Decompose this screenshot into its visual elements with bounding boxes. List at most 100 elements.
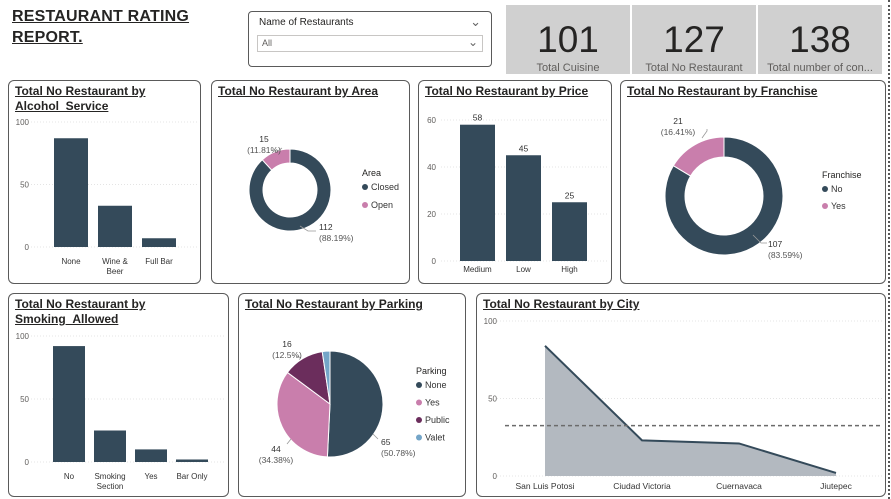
slice-value-label: 112	[319, 222, 333, 232]
x-tick-label: Beer	[107, 267, 124, 276]
slice-percent-label: (11.81%)	[247, 145, 281, 155]
bar[interactable]	[53, 346, 85, 462]
slice-percent-label: (12.5%)	[272, 350, 302, 360]
x-tick-label: Medium	[463, 265, 492, 274]
x-tick-label: Section	[97, 482, 124, 491]
y-tick-label: 100	[16, 118, 30, 127]
slicer-label: Name of Restaurants	[259, 17, 354, 28]
legend-label[interactable]: Yes	[425, 398, 440, 408]
y-tick-label: 40	[427, 163, 436, 172]
x-tick-label: No	[64, 472, 75, 481]
x-tick-label: Ciudad Victoria	[613, 481, 671, 491]
slice-percent-label: (16.41%)	[661, 127, 696, 137]
y-tick-label: 50	[20, 181, 29, 190]
leader-line	[701, 129, 708, 139]
slicer-dropdown[interactable]: All ⌄	[257, 35, 483, 52]
smoking-allowed-bar-chart: 0 50 100 No SmokingSection Yes Bar Only	[16, 332, 224, 491]
y-tick-label: 0	[432, 257, 437, 266]
y-tick-label: 50	[20, 395, 29, 404]
x-tick-label: Jiutepec	[820, 481, 852, 491]
pie-slice[interactable]	[326, 350, 384, 458]
bar-data-label: 45	[519, 143, 529, 153]
y-tick-label: 50	[488, 395, 497, 404]
chart-card-alcohol-service: Total No Restaurant by Alcohol_Service 0…	[8, 80, 201, 284]
kpi-value: 138	[789, 19, 851, 60]
kpi-value: 101	[537, 19, 599, 60]
legend-label[interactable]: No	[831, 184, 843, 194]
y-tick-label: 20	[427, 210, 436, 219]
chart-card-parking: Total No Restaurant by Parking 65 (50.78%…	[238, 293, 466, 497]
pie-slice[interactable]	[672, 136, 725, 177]
legend-label[interactable]: Yes	[831, 201, 846, 211]
legend-label[interactable]: None	[425, 380, 447, 390]
y-tick-label: 0	[25, 458, 30, 467]
area-donut-chart: 112(88.19%) 15(11.81%) Area Closed Open	[247, 134, 399, 243]
bar[interactable]	[506, 155, 541, 261]
legend-label[interactable]: Closed	[371, 182, 399, 192]
chart-card-smoking-allowed: Total No Restaurant by Smoking_Allowed 0…	[8, 293, 229, 497]
bar[interactable]	[54, 138, 88, 247]
kpi-card-total-consumers: 138 Total number of con...	[758, 5, 882, 74]
bar[interactable]	[552, 202, 587, 261]
chart-card-franchise: Total No Restaurant by Franchise 107 (83.…	[620, 80, 886, 284]
legend-marker	[362, 202, 368, 208]
x-tick-label: None	[61, 257, 81, 266]
restaurant-name-slicer[interactable]: Name of Restaurants ⌄ All ⌄	[248, 11, 492, 67]
slice-percent-label: (34.38%)	[259, 455, 294, 465]
slicer-collapse-chevron-icon[interactable]: ⌄	[470, 14, 481, 30]
legend-marker	[416, 399, 422, 406]
bar-data-label: 58	[473, 113, 483, 123]
bar[interactable]	[176, 459, 208, 462]
alcohol-service-bar-chart: 0 50 100 None Wine &Beer Full Bar	[16, 118, 197, 276]
slice-percent-label: (50.78%)	[381, 448, 416, 458]
page-border	[888, 0, 890, 499]
y-tick-label: 60	[427, 116, 436, 125]
bar[interactable]	[460, 124, 495, 261]
legend-marker	[362, 184, 368, 190]
slice-percent-label: (88.19%)	[319, 233, 354, 243]
slice-value-label: 107	[768, 239, 782, 249]
y-tick-label: 0	[25, 243, 30, 252]
y-tick-label: 0	[493, 472, 498, 481]
legend-marker	[822, 203, 828, 209]
x-tick-label: Cuernavaca	[716, 481, 762, 491]
x-tick-label: Smoking	[94, 472, 125, 481]
kpi-label: Total No Restaurant	[645, 62, 743, 74]
leader-line	[372, 433, 379, 440]
x-tick-label: High	[561, 265, 577, 274]
price-bar-chart: 0 20 40 60 58 Medium 45 Low 25 High	[427, 113, 607, 274]
legend-title: Parking	[416, 366, 447, 376]
slice-value-label: 16	[282, 339, 292, 349]
report-title: RESTAURANT RATING REPORT.	[12, 8, 190, 46]
slice-value-label: 44	[271, 444, 281, 454]
legend-marker	[416, 382, 422, 388]
slice-percent-label: (83.59%)	[768, 250, 803, 260]
legend-label[interactable]: Public	[425, 415, 450, 425]
legend-marker	[822, 186, 828, 192]
bar[interactable]	[94, 430, 126, 463]
slice-value-label: 15	[259, 134, 269, 144]
y-tick-label: 100	[484, 317, 498, 326]
slicer-selected-value: All	[262, 38, 273, 48]
slice-value-label: 21	[673, 116, 683, 126]
bar[interactable]	[135, 449, 167, 462]
legend-title: Area	[362, 168, 381, 178]
city-area-chart: 0 50 100 San Luis Potosi Ciudad Victoria Cuer…	[484, 317, 882, 491]
bar-data-label: 25	[565, 190, 575, 200]
kpi-card-total-restaurant: 127 Total No Restaurant	[632, 5, 756, 74]
kpi-label: Total Cuisine	[536, 62, 600, 74]
legend-label[interactable]: Open	[371, 200, 393, 210]
bar[interactable]	[142, 238, 176, 247]
chart-card-price: Total No Restaurant by Price 0 20 40 60 58 Me…	[418, 80, 612, 284]
legend-label[interactable]: Valet	[425, 433, 445, 443]
area-fill	[545, 345, 836, 476]
slice-value-label: 65	[381, 437, 391, 447]
x-tick-label: Low	[516, 265, 531, 274]
chevron-down-icon[interactable]: ⌄	[468, 35, 478, 49]
kpi-label: Total number of con...	[767, 62, 873, 74]
x-tick-label: Bar Only	[176, 472, 207, 481]
x-tick-label: Wine &	[102, 257, 128, 266]
legend-marker	[416, 434, 422, 441]
bar[interactable]	[98, 205, 132, 247]
leader-line	[286, 438, 292, 445]
